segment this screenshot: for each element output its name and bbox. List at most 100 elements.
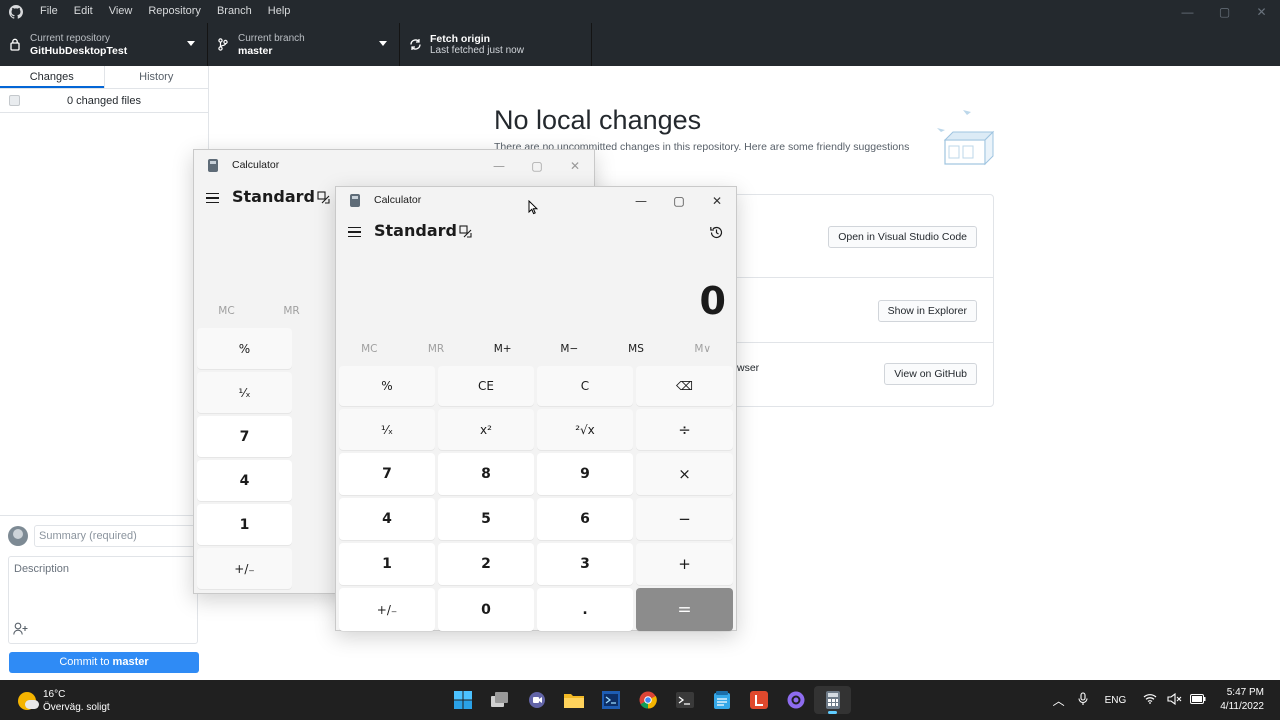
digit-4-key[interactable]: 4 <box>339 498 435 540</box>
mode-title: Standard <box>232 187 315 206</box>
task-view-icon[interactable] <box>481 686 518 714</box>
digit-1-key[interactable]: 1 <box>339 543 435 585</box>
maximize-icon[interactable]: ▢ <box>518 152 556 180</box>
keep-on-top-icon[interactable] <box>459 225 473 239</box>
hamburger-menu-icon[interactable] <box>206 193 219 203</box>
close-icon[interactable]: ✕ <box>698 187 736 215</box>
add-key[interactable]: + <box>636 543 733 585</box>
terminal-icon[interactable] <box>666 686 703 714</box>
digit-8-key[interactable]: 8 <box>438 453 534 495</box>
chevron-up-icon[interactable]: ︿ <box>1047 692 1071 709</box>
reciprocal-key[interactable]: ¹⁄ₓ <box>197 372 292 413</box>
decimal-key[interactable]: . <box>537 588 633 631</box>
fetch-origin-button[interactable]: Fetch origin Last fetched just now <box>400 23 592 66</box>
equals-key[interactable]: = <box>636 588 733 631</box>
menu-edit[interactable]: Edit <box>66 0 101 23</box>
clear-key[interactable]: C <box>537 366 633 406</box>
memory-subtract-button[interactable]: M− <box>536 339 603 359</box>
menu-repository[interactable]: Repository <box>140 0 209 23</box>
reciprocal-key[interactable]: ¹⁄ₓ <box>339 409 435 450</box>
select-all-checkbox[interactable] <box>9 95 20 106</box>
visual-studio-icon[interactable] <box>592 686 629 714</box>
history-icon[interactable] <box>709 225 724 243</box>
chevron-down-icon <box>187 41 195 46</box>
fetch-label: Fetch origin <box>430 33 491 45</box>
percent-key[interactable]: % <box>339 366 435 406</box>
backspace-key[interactable]: ⌫ <box>636 366 733 406</box>
memory-recall-button[interactable]: MR <box>259 301 324 321</box>
chrome-icon[interactable] <box>629 686 666 714</box>
tab-history[interactable]: History <box>103 66 209 88</box>
digit-1-key[interactable]: 1 <box>197 504 292 545</box>
minimize-icon[interactable]: — <box>480 152 518 180</box>
memory-clear-button[interactable]: MC <box>194 301 259 321</box>
keep-on-top-icon[interactable] <box>317 191 331 205</box>
file-explorer-icon[interactable] <box>555 686 592 714</box>
menu-help[interactable]: Help <box>260 0 299 23</box>
memory-list-button[interactable]: M∨ <box>669 339 736 359</box>
memory-recall-button[interactable]: MR <box>403 339 470 359</box>
wifi-icon[interactable] <box>1138 693 1162 707</box>
negate-key[interactable]: +/₋ <box>197 548 292 589</box>
square-key[interactable]: x² <box>438 409 534 450</box>
memory-add-button[interactable]: M+ <box>469 339 536 359</box>
current-branch-button[interactable]: Current branch master <box>208 23 400 66</box>
maximize-icon[interactable]: ▢ <box>1206 0 1243 23</box>
commit-button[interactable]: Commit to master <box>9 652 199 673</box>
taskbar: 16°C Överväg. soligt ︿ ENG 5:47 PM 4/11/… <box>0 680 1280 720</box>
close-icon[interactable]: ✕ <box>1243 0 1280 23</box>
calculator-taskbar-icon[interactable] <box>814 686 851 714</box>
digit-0-key[interactable]: 0 <box>438 588 534 631</box>
digit-7-key[interactable]: 7 <box>339 453 435 495</box>
calculator-app-icon <box>350 194 360 207</box>
minimize-icon[interactable]: — <box>1169 0 1206 23</box>
digit-2-key[interactable]: 2 <box>438 543 534 585</box>
teams-chat-icon[interactable] <box>518 686 555 714</box>
menu-file[interactable]: File <box>32 0 66 23</box>
memory-clear-button[interactable]: MC <box>336 339 403 359</box>
weather-widget[interactable]: 16°C Överväg. soligt <box>18 688 110 714</box>
result-display: 0 <box>699 279 726 323</box>
negate-key[interactable]: +/₋ <box>339 588 435 631</box>
memory-store-button[interactable]: MS <box>603 339 670 359</box>
time: 5:47 PM <box>1226 687 1264 698</box>
divide-key[interactable]: ÷ <box>636 409 733 450</box>
digit-7-key[interactable]: 7 <box>197 416 292 457</box>
minimize-icon[interactable]: — <box>622 187 660 215</box>
repository-label: Current repository <box>30 32 111 44</box>
notepad-icon[interactable] <box>703 686 740 714</box>
digit-5-key[interactable]: 5 <box>438 498 534 540</box>
menu-view[interactable]: View <box>101 0 141 23</box>
hamburger-menu-icon[interactable] <box>348 227 361 237</box>
digit-9-key[interactable]: 9 <box>537 453 633 495</box>
menu-branch[interactable]: Branch <box>209 0 260 23</box>
microphone-icon[interactable] <box>1071 691 1095 709</box>
view-on-github-button[interactable]: View on GitHub <box>884 363 977 385</box>
digit-6-key[interactable]: 6 <box>537 498 633 540</box>
presentation-app-icon[interactable] <box>740 686 777 714</box>
tab-changes[interactable]: Changes <box>0 66 104 88</box>
summary-input[interactable]: Summary (required) <box>34 525 198 547</box>
github-desktop-icon[interactable] <box>777 686 814 714</box>
language-indicator[interactable]: ENG <box>1105 695 1127 706</box>
clock[interactable]: 5:47 PM 4/11/2022 <box>1220 686 1264 714</box>
clear-entry-key[interactable]: CE <box>438 366 534 406</box>
digit-3-key[interactable]: 3 <box>537 543 633 585</box>
subtract-key[interactable]: − <box>636 498 733 540</box>
volume-muted-icon[interactable] <box>1162 692 1186 708</box>
square-root-key[interactable]: ²√x <box>537 409 633 450</box>
percent-key[interactable]: % <box>197 328 292 369</box>
battery-icon[interactable] <box>1186 693 1210 707</box>
current-repository-button[interactable]: Current repository GitHubDesktopTest <box>0 23 208 66</box>
multiply-key[interactable]: × <box>636 453 733 495</box>
description-field[interactable]: Description <box>8 556 198 644</box>
digit-4-key[interactable]: 4 <box>197 460 292 501</box>
close-icon[interactable]: ✕ <box>556 152 594 180</box>
add-coauthor-icon[interactable] <box>13 622 29 638</box>
start-icon[interactable] <box>444 686 481 714</box>
mouse-cursor-icon <box>528 199 539 218</box>
open-in-editor-button[interactable]: Open in Visual Studio Code <box>828 226 977 248</box>
maximize-icon[interactable]: ▢ <box>660 187 698 215</box>
lock-icon <box>0 38 30 51</box>
show-in-explorer-button[interactable]: Show in Explorer <box>877 300 977 322</box>
